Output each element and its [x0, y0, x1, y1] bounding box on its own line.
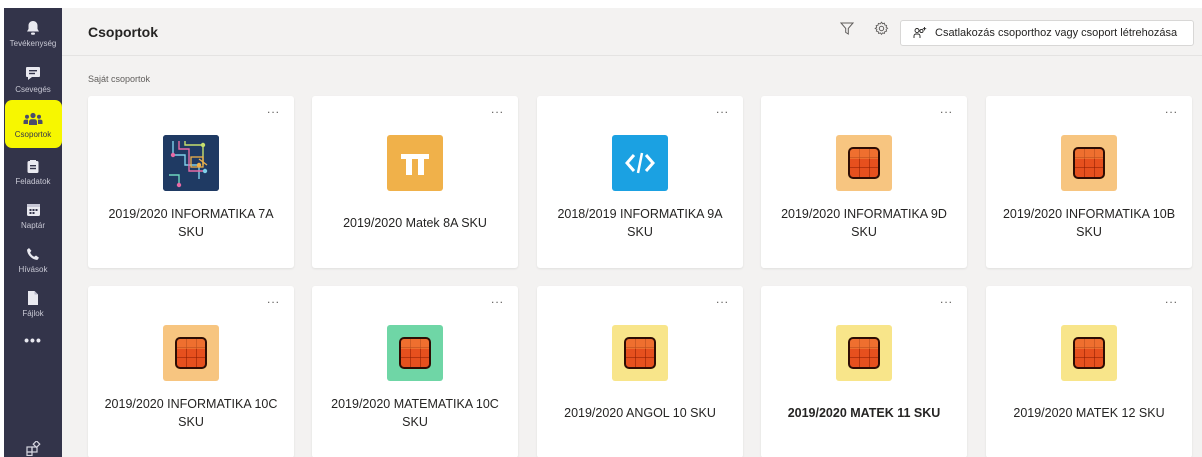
- team-name: 2019/2020 INFORMATIKA 9D SKU: [781, 207, 947, 239]
- page-header: Csoportok Csatlakozás csoporthoz vagy cs…: [62, 8, 1202, 56]
- filter-button[interactable]: [838, 22, 856, 40]
- apps-button[interactable]: [4, 439, 62, 457]
- rail-label: Feladatok: [15, 176, 51, 186]
- more-options-button[interactable]: ...: [267, 292, 280, 306]
- team-card[interactable]: ... 2019/2020 INFORMATIKA 7A SKU: [88, 96, 294, 268]
- team-name: 2019/2020 MATEK 12 SKU: [1013, 406, 1165, 420]
- orange-square-icon: [1061, 325, 1117, 381]
- rail-label: Fájlok: [22, 308, 44, 318]
- team-name: 2019/2020 INFORMATIKA 10B SKU: [1002, 207, 1176, 239]
- join-or-create-team-button[interactable]: Csatlakozás csoporthoz vagy csoport létr…: [900, 20, 1194, 46]
- informatics-image: [163, 135, 219, 191]
- orange-square-icon: [163, 325, 219, 381]
- join-or-create-team-label: Csatlakozás csoporthoz vagy csoport létr…: [935, 27, 1178, 39]
- team-card[interactable]: ... 2019/2020 MATEK 11 SKU: [761, 286, 967, 457]
- team-card[interactable]: ... 2019/2020 MATEMATIKA 10C SKU: [312, 286, 518, 457]
- gear-icon: [873, 21, 889, 41]
- team-card[interactable]: ... 2019/2020 INFORMATIKA 10C SKU: [88, 286, 294, 457]
- more-options-button[interactable]: ...: [491, 102, 504, 116]
- team-card[interactable]: ... 2019/2020 INFORMATIKA 10B SKU: [986, 96, 1192, 268]
- team-card[interactable]: ... 2019/2020 MATEK 12 SKU: [986, 286, 1192, 457]
- more-options-button[interactable]: ...: [940, 102, 953, 116]
- teams-icon: [23, 110, 43, 128]
- team-name: 2018/2019 INFORMATIKA 9A SKU: [557, 207, 723, 239]
- rail-label: Tevékenység: [9, 38, 57, 48]
- team-name: 2019/2020 Matek 8A SKU: [343, 216, 487, 230]
- filter-icon: [839, 22, 855, 40]
- files-icon: [23, 289, 43, 307]
- rail-item-teams[interactable]: Csoportok: [4, 103, 62, 145]
- orange-square-icon: [836, 325, 892, 381]
- team-card[interactable]: ... 2019/2020 Matek 8A SKU: [312, 96, 518, 268]
- team-name: 2019/2020 INFORMATIKA 7A SKU: [108, 207, 274, 239]
- bell-icon: [23, 19, 43, 37]
- team-name: 2019/2020 ANGOL 10 SKU: [564, 406, 716, 420]
- team-card[interactable]: ... 2019/2020 INFORMATIKA 9D SKU: [761, 96, 967, 268]
- more-apps-button[interactable]: •••: [4, 330, 62, 350]
- code-icon: [612, 135, 668, 191]
- apps-icon: [25, 439, 41, 457]
- rail-label: Naptár: [20, 220, 45, 230]
- pi-icon: [387, 135, 443, 191]
- more-options-button[interactable]: ...: [940, 292, 953, 306]
- rail-item-calendar[interactable]: Naptár: [4, 194, 62, 236]
- page-title: Csoportok: [88, 24, 158, 40]
- orange-square-icon: [387, 325, 443, 381]
- team-card[interactable]: ... 2018/2019 INFORMATIKA 9A SKU: [537, 96, 743, 268]
- team-name: 2019/2020 MATEK 11 SKU: [787, 406, 941, 420]
- orange-square-icon: [612, 325, 668, 381]
- team-name: 2019/2020 MATEMATIKA 10C SKU: [331, 397, 499, 429]
- add-people-icon: [913, 26, 927, 40]
- chat-icon: [23, 65, 43, 83]
- more-options-button[interactable]: ...: [1165, 292, 1178, 306]
- more-options-button[interactable]: ...: [716, 292, 729, 306]
- assignments-icon: [23, 157, 43, 175]
- settings-button[interactable]: [872, 21, 890, 41]
- phone-icon: [23, 245, 43, 263]
- rail-item-files[interactable]: Fájlok: [4, 282, 62, 324]
- rail-label: Csoportok: [14, 129, 52, 139]
- section-label-my-teams: Saját csoportok: [88, 74, 151, 84]
- main-content: Csoportok Csatlakozás csoporthoz vagy cs…: [62, 8, 1202, 457]
- rail-item-activity[interactable]: Tevékenység: [4, 12, 62, 54]
- rail-label: Hívások: [18, 264, 48, 274]
- more-options-button[interactable]: ...: [491, 292, 504, 306]
- orange-square-icon: [836, 135, 892, 191]
- more-options-button[interactable]: ...: [1165, 102, 1178, 116]
- rail-item-chat[interactable]: Csevegés: [4, 58, 62, 100]
- more-options-button[interactable]: ...: [267, 102, 280, 116]
- rail-item-assignments[interactable]: Feladatok: [4, 150, 62, 192]
- rail-item-calls[interactable]: Hívások: [4, 238, 62, 280]
- app-rail: Tevékenység Csevegés Csoportok Feladatok: [4, 8, 62, 457]
- more-options-button[interactable]: ...: [716, 102, 729, 116]
- rail-label: Csevegés: [15, 84, 51, 94]
- team-card[interactable]: ... 2019/2020 ANGOL 10 SKU: [537, 286, 743, 457]
- calendar-icon: [23, 201, 43, 219]
- team-name: 2019/2020 INFORMATIKA 10C SKU: [104, 397, 278, 429]
- teams-app: Tevékenység Csevegés Csoportok Feladatok: [0, 0, 1202, 457]
- orange-square-icon: [1061, 135, 1117, 191]
